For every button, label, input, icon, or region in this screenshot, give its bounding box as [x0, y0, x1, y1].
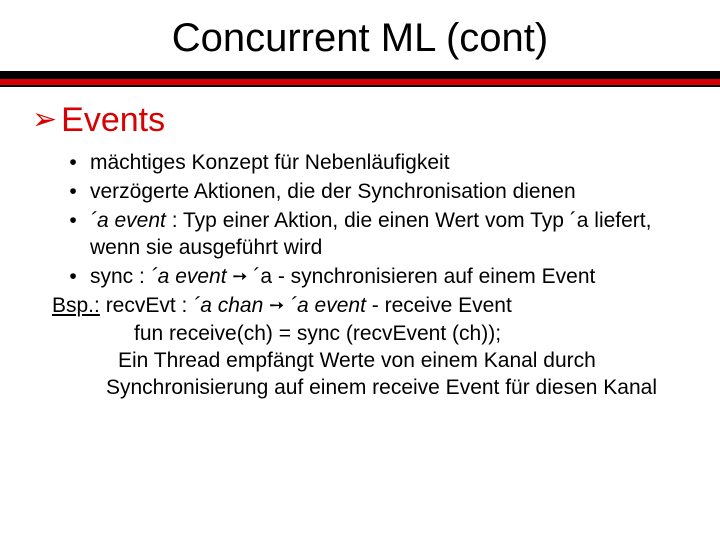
- example-line: Synchronisierung auf einem receive Event…: [52, 374, 688, 401]
- bullet-text: mächtiges Konzept für Nebenläufigkeit: [90, 150, 688, 177]
- arrow-right-icon: ➙: [232, 265, 247, 288]
- section-heading-text: Events: [61, 101, 165, 140]
- list-item: • ´a event : Typ einer Aktion, die einen…: [66, 208, 688, 262]
- bullet-list: • mächtiges Konzept für Nebenläufigkeit …: [32, 150, 688, 290]
- bullet-dot-icon: •: [66, 179, 80, 206]
- arrow-right-icon: ➙: [269, 294, 284, 317]
- bullet-text: sync : ´a event ➙ ´a - synchronisieren a…: [90, 264, 688, 291]
- divider-bar: [0, 71, 720, 89]
- bullet-dot-icon: •: [66, 264, 80, 291]
- example-block: Bsp.: recvEvt : ´a chan ➙ ´a event - rec…: [32, 292, 688, 401]
- bullet-dot-icon: •: [66, 150, 80, 177]
- bullet-text: ´a event : Typ einer Aktion, die einen W…: [90, 208, 688, 262]
- chevron-right-icon: ➢: [32, 105, 57, 135]
- bullet-dot-icon: •: [66, 208, 80, 262]
- section-heading: ➢ Events: [32, 101, 688, 140]
- example-line: fun receive(ch) = sync (recvEvent (ch));: [52, 320, 688, 347]
- example-line: Bsp.: recvEvt : ´a chan ➙ ´a event - rec…: [52, 292, 688, 319]
- example-label: Bsp.:: [52, 294, 100, 317]
- list-item: • mächtiges Konzept für Nebenläufigkeit: [66, 150, 688, 177]
- example-line: Ein Thread empfängt Werte von einem Kana…: [52, 347, 688, 374]
- slide-title: Concurrent ML (cont): [20, 16, 700, 61]
- bullet-text: verzögerte Aktionen, die der Synchronisa…: [90, 179, 688, 206]
- list-item: • verzögerte Aktionen, die der Synchroni…: [66, 179, 688, 206]
- list-item: • sync : ´a event ➙ ´a - synchronisieren…: [66, 264, 688, 291]
